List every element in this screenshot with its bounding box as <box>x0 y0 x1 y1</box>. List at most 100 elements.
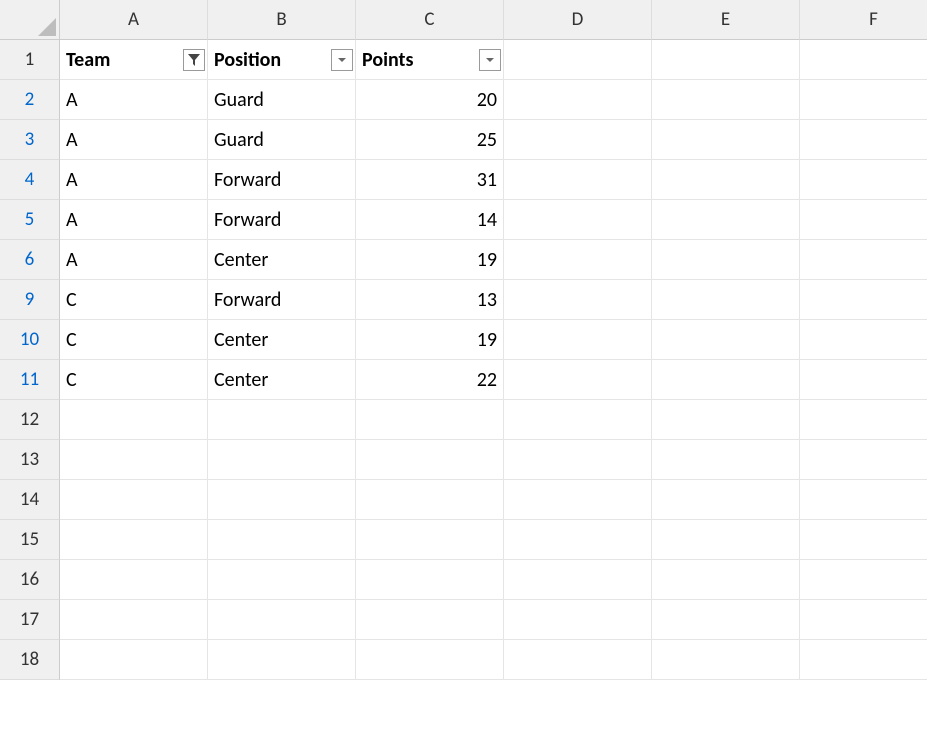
cell-F2[interactable] <box>800 80 927 120</box>
cell-C2[interactable]: 20 <box>356 80 504 120</box>
cell-E6[interactable] <box>652 240 800 280</box>
cell-C17[interactable] <box>356 600 504 640</box>
row-header-13[interactable]: 13 <box>0 440 60 480</box>
cell-A2[interactable]: A <box>60 80 208 120</box>
cell-B5[interactable]: Forward <box>208 200 356 240</box>
cell-A12[interactable] <box>60 400 208 440</box>
cell-D16[interactable] <box>504 560 652 600</box>
cell-F12[interactable] <box>800 400 927 440</box>
row-header-17[interactable]: 17 <box>0 600 60 640</box>
cell-D15[interactable] <box>504 520 652 560</box>
cell-E16[interactable] <box>652 560 800 600</box>
header-cell-position[interactable]: Position <box>208 40 356 80</box>
cell-C18[interactable] <box>356 640 504 680</box>
cell-E15[interactable] <box>652 520 800 560</box>
cell-B15[interactable] <box>208 520 356 560</box>
cell-D18[interactable] <box>504 640 652 680</box>
cell-F17[interactable] <box>800 600 927 640</box>
cell-A17[interactable] <box>60 600 208 640</box>
cell-F1[interactable] <box>800 40 927 80</box>
column-header-B[interactable]: B <box>208 0 356 40</box>
cell-F5[interactable] <box>800 200 927 240</box>
row-header-9[interactable]: 9 <box>0 280 60 320</box>
row-header-16[interactable]: 16 <box>0 560 60 600</box>
filter-button-position[interactable] <box>331 49 353 71</box>
column-header-E[interactable]: E <box>652 0 800 40</box>
cell-B12[interactable] <box>208 400 356 440</box>
cell-D14[interactable] <box>504 480 652 520</box>
cell-A13[interactable] <box>60 440 208 480</box>
cell-B10[interactable]: Center <box>208 320 356 360</box>
cell-E18[interactable] <box>652 640 800 680</box>
cell-D3[interactable] <box>504 120 652 160</box>
row-header-2[interactable]: 2 <box>0 80 60 120</box>
cell-D10[interactable] <box>504 320 652 360</box>
cell-D2[interactable] <box>504 80 652 120</box>
cell-F9[interactable] <box>800 280 927 320</box>
filter-button-team[interactable] <box>183 49 205 71</box>
cell-C13[interactable] <box>356 440 504 480</box>
cell-A3[interactable]: A <box>60 120 208 160</box>
cell-E2[interactable] <box>652 80 800 120</box>
row-header-3[interactable]: 3 <box>0 120 60 160</box>
column-header-C[interactable]: C <box>356 0 504 40</box>
cell-E1[interactable] <box>652 40 800 80</box>
cell-A15[interactable] <box>60 520 208 560</box>
cell-D1[interactable] <box>504 40 652 80</box>
cell-F10[interactable] <box>800 320 927 360</box>
cell-F4[interactable] <box>800 160 927 200</box>
cell-F13[interactable] <box>800 440 927 480</box>
header-cell-team[interactable]: Team <box>60 40 208 80</box>
cell-B4[interactable]: Forward <box>208 160 356 200</box>
cell-C5[interactable]: 14 <box>356 200 504 240</box>
cell-F16[interactable] <box>800 560 927 600</box>
cell-D13[interactable] <box>504 440 652 480</box>
spreadsheet-grid[interactable]: ABCDEF1TeamPositionPoints2AGuard203AGuar… <box>0 0 927 680</box>
cell-A14[interactable] <box>60 480 208 520</box>
row-header-5[interactable]: 5 <box>0 200 60 240</box>
cell-A11[interactable]: C <box>60 360 208 400</box>
row-header-15[interactable]: 15 <box>0 520 60 560</box>
cell-C14[interactable] <box>356 480 504 520</box>
row-header-4[interactable]: 4 <box>0 160 60 200</box>
cell-A16[interactable] <box>60 560 208 600</box>
column-header-D[interactable]: D <box>504 0 652 40</box>
cell-D4[interactable] <box>504 160 652 200</box>
column-header-F[interactable]: F <box>800 0 927 40</box>
cell-F6[interactable] <box>800 240 927 280</box>
cell-F11[interactable] <box>800 360 927 400</box>
cell-A5[interactable]: A <box>60 200 208 240</box>
cell-C9[interactable]: 13 <box>356 280 504 320</box>
cell-D11[interactable] <box>504 360 652 400</box>
row-header-14[interactable]: 14 <box>0 480 60 520</box>
cell-E4[interactable] <box>652 160 800 200</box>
cell-E12[interactable] <box>652 400 800 440</box>
row-header-1[interactable]: 1 <box>0 40 60 80</box>
cell-B17[interactable] <box>208 600 356 640</box>
cell-C4[interactable]: 31 <box>356 160 504 200</box>
cell-E17[interactable] <box>652 600 800 640</box>
row-header-6[interactable]: 6 <box>0 240 60 280</box>
cell-A18[interactable] <box>60 640 208 680</box>
cell-D12[interactable] <box>504 400 652 440</box>
cell-C3[interactable]: 25 <box>356 120 504 160</box>
cell-B3[interactable]: Guard <box>208 120 356 160</box>
cell-D5[interactable] <box>504 200 652 240</box>
cell-B9[interactable]: Forward <box>208 280 356 320</box>
cell-F14[interactable] <box>800 480 927 520</box>
cell-B16[interactable] <box>208 560 356 600</box>
cell-E9[interactable] <box>652 280 800 320</box>
cell-A9[interactable]: C <box>60 280 208 320</box>
header-cell-points[interactable]: Points <box>356 40 504 80</box>
cell-C10[interactable]: 19 <box>356 320 504 360</box>
cell-D6[interactable] <box>504 240 652 280</box>
cell-F18[interactable] <box>800 640 927 680</box>
cell-A10[interactable]: C <box>60 320 208 360</box>
cell-E3[interactable] <box>652 120 800 160</box>
cell-E5[interactable] <box>652 200 800 240</box>
row-header-12[interactable]: 12 <box>0 400 60 440</box>
cell-F3[interactable] <box>800 120 927 160</box>
cell-E13[interactable] <box>652 440 800 480</box>
row-header-10[interactable]: 10 <box>0 320 60 360</box>
cell-D17[interactable] <box>504 600 652 640</box>
